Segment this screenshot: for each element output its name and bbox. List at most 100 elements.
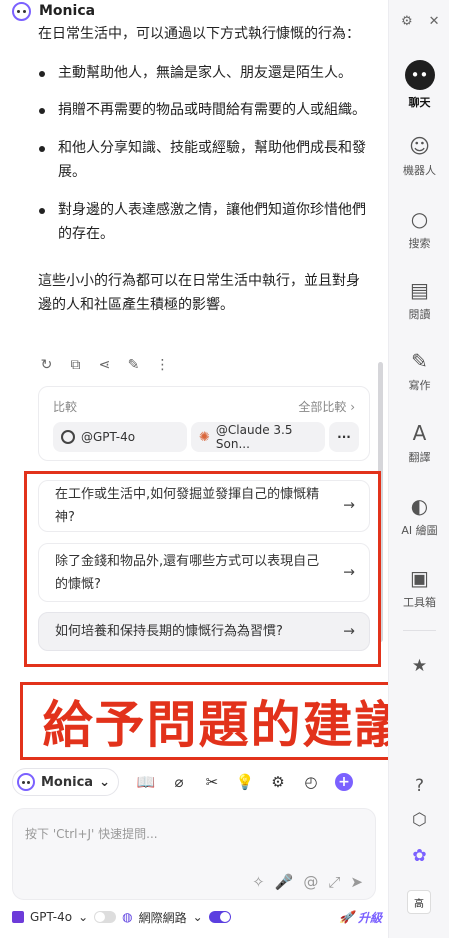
sidebar-item-ai-paint[interactable]: ◐ AI 繪圖 <box>389 494 449 538</box>
close-icon[interactable]: ✕ <box>429 14 440 29</box>
microphone-icon[interactable]: 🎤 <box>275 873 294 891</box>
openai-icon <box>61 430 75 444</box>
sidebar-divider <box>403 630 436 631</box>
copy-icon[interactable]: ⧉ <box>67 356 84 373</box>
suggestion-text: 除了金錢和物品外,還有哪些方式可以表現自己的慷慨? <box>55 553 320 592</box>
settings-sliders-icon[interactable]: ⚙ <box>269 773 287 791</box>
sidebar-item-label: 翻譯 <box>408 451 431 464</box>
sidebar-item-chat[interactable]: •• 聊天 <box>389 60 449 110</box>
web-search-toggle[interactable] <box>208 911 231 923</box>
upgrade-button[interactable]: 🚀 升級 <box>339 909 382 926</box>
annotation-banner: 給予問題的建議 <box>20 682 429 760</box>
mention-icon[interactable]: @ <box>303 873 318 891</box>
expand-icon[interactable]: ⤢ <box>328 873 340 891</box>
suggestion-text: 在工作或生活中,如何發掘並發揮自己的慷慨精神? <box>55 487 320 525</box>
settings-icon[interactable]: ⚙ <box>401 14 413 29</box>
message-bullet: 對身邊的人表達感激之情，讓他們知道你珍惜他們的存在。 <box>38 198 368 247</box>
monica-logo-icon <box>17 773 35 791</box>
bot-selector[interactable]: Monica ⌄ <box>12 768 119 796</box>
sidebar-item-label: 聊天 <box>408 96 431 109</box>
sidebar-item-label: 機器人 <box>403 164 436 177</box>
compare-all-link[interactable]: 全部比較 › <box>298 398 355 415</box>
regenerate-icon[interactable]: ↻ <box>38 356 55 373</box>
composer-tools: 📖 ⌀ ✂ 💡 ⚙ ◴ + <box>137 773 353 791</box>
suggestion-item[interactable]: 除了金錢和物品外,還有哪些方式可以表現自己的慷慨? → <box>38 543 370 602</box>
input-actions: ✧ 🎤 @ ⤢ ➤ <box>252 873 363 891</box>
gpt-model-icon <box>12 911 24 923</box>
model-toggle[interactable] <box>94 911 117 923</box>
composer-footer: GPT-4o ⌄ ◍ 網際網路 ⌄ 🚀 升級 <box>12 905 382 929</box>
message-bullet: 和他人分享知識、技能或經驗，幫助他們成長和發展。 <box>38 136 368 185</box>
hexagon-settings-icon[interactable]: ⬡ <box>389 810 449 830</box>
rocket-icon: 🚀 <box>339 910 354 924</box>
write-icon: ✎ <box>411 349 428 373</box>
sidebar-item-label: AI 繪圖 <box>401 524 438 537</box>
compare-claude-button[interactable]: ✺ @Claude 3.5 Son... <box>191 422 325 452</box>
monica-logo-icon <box>12 1 31 21</box>
chat-icon: •• <box>404 60 435 90</box>
footer-model-selector[interactable]: GPT-4o <box>30 910 72 924</box>
sidebar-item-label: 搜索 <box>408 237 431 250</box>
sidebar-item-toolbox[interactable]: ▣ 工具箱 <box>389 566 449 610</box>
sidebar: ⚙ ✕ •• 聊天 ☺ 機器人 ○ 搜索 ▤ 閱讀 ✎ 寫作 A 翻譯 ◐ AI… <box>388 0 449 938</box>
annotation-text: 給予問題的建議 <box>42 696 407 754</box>
message-bullet-list: 主動幫助他人，無論是家人、朋友還是陌生人。 捐贈不再需要的物品或時間給有需要的人… <box>38 61 368 247</box>
prompt-input[interactable]: 按下 'Ctrl+J' 快速提問... ✧ 🎤 @ ⤢ ➤ <box>12 808 376 900</box>
history-icon[interactable]: ◴ <box>302 773 320 791</box>
lightbulb-icon[interactable]: 💡 <box>236 773 255 791</box>
avatar[interactable]: 高 <box>407 890 431 914</box>
globe-icon: ◍ <box>122 910 133 924</box>
message-bullet: 捐贈不再需要的物品或時間給有需要的人或組織。 <box>38 98 368 123</box>
window-controls: ⚙ ✕ <box>401 14 440 29</box>
arrow-right-icon: → <box>343 497 355 514</box>
paint-icon: ◐ <box>410 494 429 518</box>
sidebar-item-translate[interactable]: A 翻譯 <box>389 421 449 465</box>
chat-header: Monica <box>12 0 95 22</box>
read-icon: ▤ <box>410 278 429 302</box>
compare-label: 比較 <box>53 400 78 414</box>
compare-more-button[interactable]: ··· <box>329 422 359 452</box>
sidebar-item-write[interactable]: ✎ 寫作 <box>389 349 449 393</box>
assistant-message: 在日常生活中，可以通過以下方式執行慷慨的行為： 主動幫助他人，無論是家人、朋友還… <box>38 22 368 318</box>
scissors-icon[interactable]: ✂ <box>203 773 221 791</box>
composer-toolbar: Monica ⌄ 📖 ⌀ ✂ 💡 ⚙ ◴ + <box>12 766 382 798</box>
sidebar-item-search[interactable]: ○ 搜索 <box>389 207 449 251</box>
compare-card: 比較 全部比較 › @GPT-4o ✺ @Claude 3.5 Son... ·… <box>38 386 370 461</box>
sidebar-item-read[interactable]: ▤ 閱讀 <box>389 278 449 322</box>
suggestion-item[interactable]: 如何培養和保持長期的慷慨行為為習慣? → <box>38 612 370 651</box>
compare-model-label: @GPT-4o <box>81 430 136 444</box>
more-options-icon[interactable]: ⋮ <box>154 356 171 373</box>
bot-name: Monica <box>41 774 94 790</box>
book-icon[interactable]: 📖 <box>137 773 156 791</box>
attach-icon[interactable]: ⌀ <box>170 773 188 791</box>
arrow-right-icon: → <box>343 564 355 580</box>
message-intro: 在日常生活中，可以通過以下方式執行慷慨的行為： <box>38 26 360 42</box>
claude-icon: ✺ <box>199 429 210 445</box>
suggestion-text: 如何培養和保持長期的慷慨行為為習慣? <box>55 624 283 639</box>
chevron-down-icon: ⌄ <box>99 774 110 790</box>
web-search-label: 網際網路 <box>138 910 187 925</box>
compare-model-label: @Claude 3.5 Son... <box>215 423 293 451</box>
upgrade-label: 升級 <box>357 910 382 925</box>
sidebar-item-label: 寫作 <box>408 379 431 392</box>
robot-icon: ☺ <box>409 134 430 158</box>
gift-icon[interactable]: ✿ <box>389 846 449 866</box>
share-icon[interactable]: ⋖ <box>96 356 113 373</box>
send-icon[interactable]: ➤ <box>350 873 363 891</box>
arrow-right-icon: → <box>343 623 355 639</box>
prompt-placeholder: 按下 'Ctrl+J' 快速提問... <box>25 827 158 841</box>
message-bullet: 主動幫助他人，無論是家人、朋友還是陌生人。 <box>38 61 368 86</box>
bookmark-star-icon[interactable]: ★ <box>389 656 449 676</box>
compare-gpt-button[interactable]: @GPT-4o <box>53 422 187 452</box>
magic-wand-icon[interactable]: ✎ <box>125 356 142 373</box>
app-name: Monica <box>39 3 96 19</box>
chat-panel: Monica 在日常生活中，可以通過以下方式執行慷慨的行為： 主動幫助他人，無論… <box>0 0 429 938</box>
sparkle-icon[interactable]: ✧ <box>252 873 265 891</box>
help-icon[interactable]: ? <box>389 776 449 796</box>
sidebar-item-bots[interactable]: ☺ 機器人 <box>389 134 449 178</box>
toolbox-icon: ▣ <box>410 566 429 590</box>
suggestion-item[interactable]: 在工作或生活中,如何發掘並發揮自己的慷慨精神? → <box>38 480 370 532</box>
new-chat-icon[interactable]: + <box>334 773 353 791</box>
search-icon: ○ <box>410 207 429 231</box>
sidebar-item-label: 閱讀 <box>408 308 431 321</box>
